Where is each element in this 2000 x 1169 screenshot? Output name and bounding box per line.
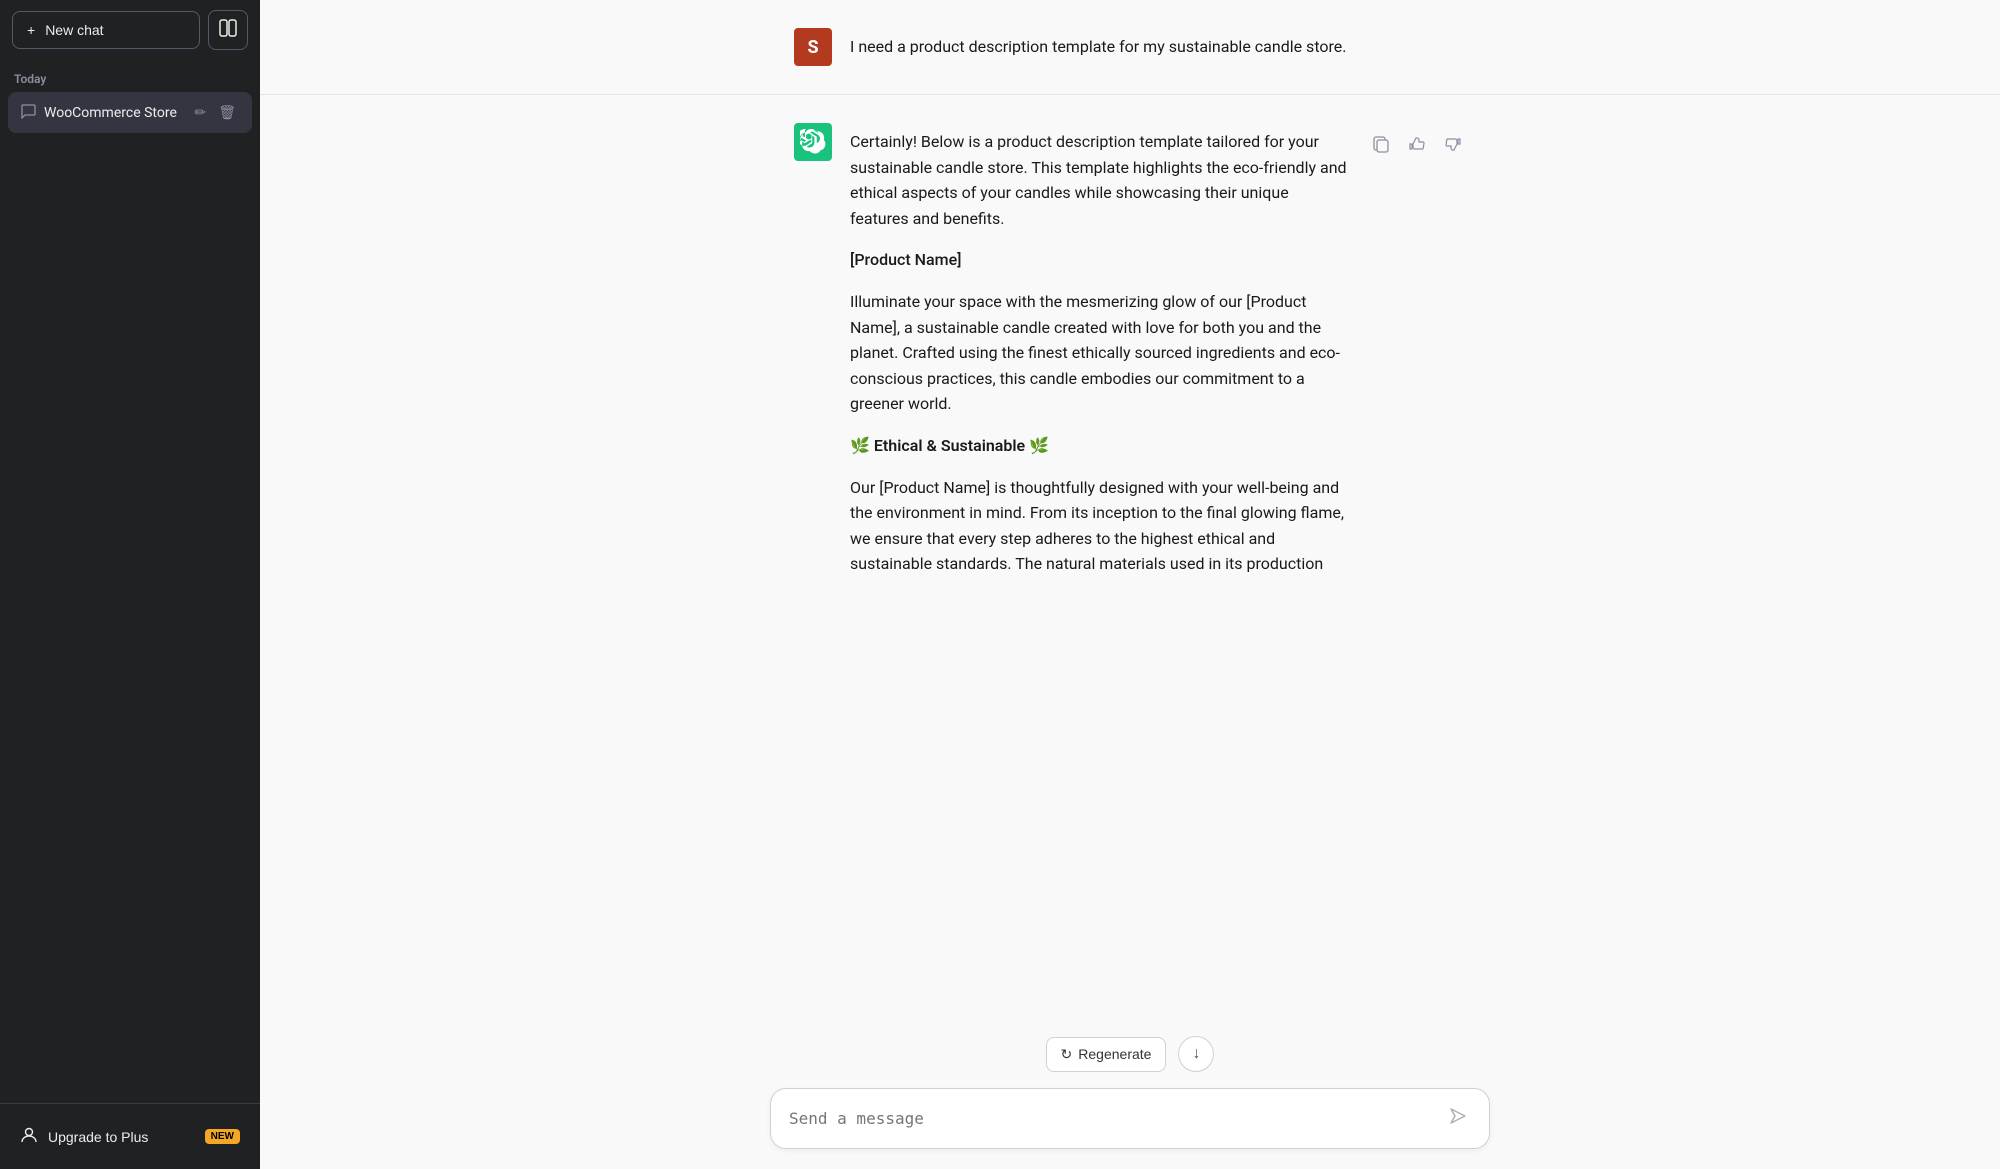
regenerate-label: Regenerate [1078,1046,1151,1062]
user-message-inner: S I need a product description template … [770,28,1490,66]
assistant-message-content: Certainly! Below is a product descriptio… [850,123,1350,577]
sidebar-top: + New chat [0,0,260,60]
gpt-logo [794,123,832,161]
assistant-para-1: [Product Name] [850,247,1350,273]
assistant-message-inner: Certainly! Below is a product descriptio… [770,123,1490,577]
history-item-label: WooCommerce Store [44,105,182,121]
input-area [260,1072,2000,1169]
new-chat-button[interactable]: + New chat [12,11,200,49]
scroll-bottom-button[interactable]: ↓ [1178,1036,1214,1072]
sidebar-item-woocommerce[interactable]: WooCommerce Store ✏ 🗑 [8,92,252,133]
assistant-para-3: 🌿 Ethical & Sustainable 🌿 [850,433,1350,459]
input-container [770,1088,1490,1149]
chat-icon [20,103,36,123]
new-chat-label: New chat [45,22,103,38]
user-avatar: S [794,28,832,66]
gpt-avatar [794,123,832,161]
new-badge: NEW [205,1129,240,1144]
copy-button[interactable] [1368,131,1394,162]
user-message: S I need a product description template … [260,0,2000,95]
chat-messages: S I need a product description template … [260,0,2000,1028]
sidebar-history: WooCommerce Store ✏ 🗑 [0,92,260,1103]
edit-button[interactable]: ✏ [190,102,210,123]
send-button[interactable] [1445,1103,1471,1134]
bottom-action-row: ↻ Regenerate ↓ [1022,1028,1239,1072]
assistant-message: Certainly! Below is a product descriptio… [260,95,2000,605]
toggle-icon [219,19,237,42]
upgrade-button[interactable]: Upgrade to Plus NEW [8,1116,252,1157]
regenerate-icon: ↻ [1061,1046,1073,1063]
sidebar-bottom: Upgrade to Plus NEW [0,1103,260,1169]
thumbs-down-button[interactable] [1440,131,1466,162]
sidebar-toggle-button[interactable] [208,10,248,50]
delete-button[interactable]: 🗑 [214,102,240,123]
user-message-text: I need a product description template fo… [850,34,1466,60]
assistant-para-4: Our [Product Name] is thoughtfully desig… [850,475,1350,577]
user-icon [20,1126,38,1147]
message-input[interactable] [789,1109,1445,1128]
user-message-content: I need a product description template fo… [850,28,1466,60]
assistant-para-0: Certainly! Below is a product descriptio… [850,129,1350,231]
assistant-para-2: Illuminate your space with the mesmerizi… [850,289,1350,417]
main-content: S I need a product description template … [260,0,2000,1169]
thumbs-up-button[interactable] [1404,131,1430,162]
sidebar: + New chat Today WooCommerce Store ✏ � [0,0,260,1169]
message-actions [1368,123,1466,162]
plus-icon: + [27,22,35,38]
scroll-down-icon: ↓ [1192,1045,1200,1063]
history-item-actions: ✏ 🗑 [190,102,240,123]
regenerate-button[interactable]: ↻ Regenerate [1046,1037,1167,1072]
today-label: Today [0,60,260,92]
upgrade-label: Upgrade to Plus [48,1129,148,1145]
